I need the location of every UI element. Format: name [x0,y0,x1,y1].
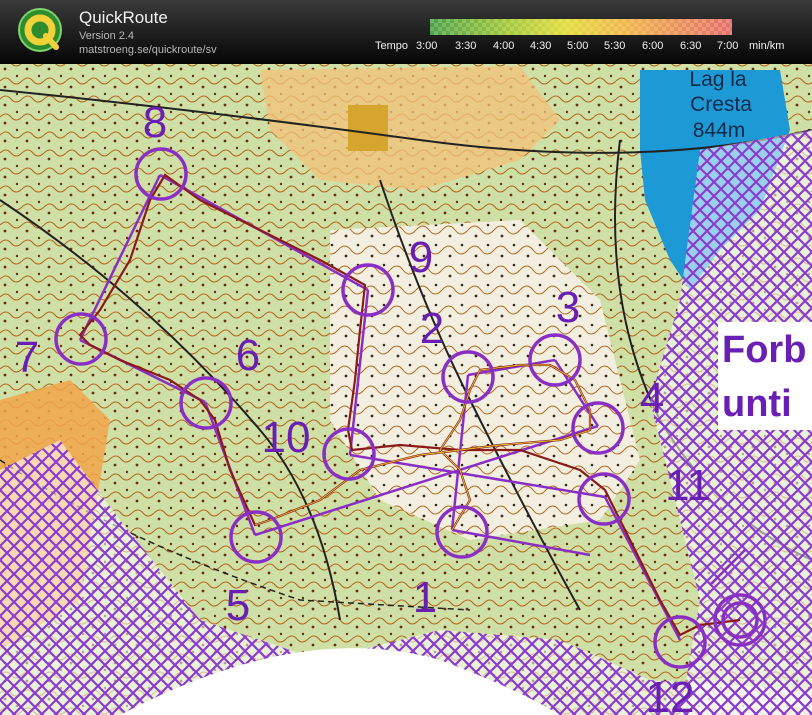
control-number: 4 [640,374,664,423]
map-canvas[interactable]: Lag la Cresta 844m Forb unti 1 2 3 4 5 6… [0,64,812,715]
tempo-tick: 6:00 [642,40,664,52]
control-number: 2 [420,304,444,353]
control-number: 6 [236,331,260,380]
control-number: 12 [646,673,695,715]
tempo-tick: 5:00 [567,40,589,52]
lake-altitude: 844m [693,119,746,142]
open-land-area [348,105,388,151]
control-number: 1 [413,573,437,622]
lake-name-2: Cresta [690,93,752,116]
control-number: 5 [226,581,250,630]
app-header: QuickRoute Version 2.4 matstroeng.se/qui… [0,0,812,64]
tempo-tick: 5:30 [604,40,626,52]
app-version: Version 2.4 [79,30,135,42]
lake-name: Lag la [689,68,747,91]
forbidden-text-line-2: unti [722,383,792,425]
forbidden-text-line-1: Forb [722,329,806,371]
tempo-color-scale [430,19,732,35]
app-url: matstroeng.se/quickroute/sv [79,44,217,56]
orienteering-map[interactable]: Lag la Cresta 844m Forb unti 1 2 3 4 5 6… [0,64,812,715]
tempo-label: Tempo [375,40,409,52]
app-name: QuickRoute [79,8,168,27]
tempo-tick: 4:30 [530,40,552,52]
control-number: 10 [262,413,311,462]
tempo-tick: 6:30 [680,40,702,52]
control-number: 7 [15,333,39,382]
tempo-tick: 3:00 [416,40,438,52]
quickroute-logo [18,8,62,52]
tempo-tick: 7:00 [717,40,739,52]
tempo-unit: min/km [749,40,785,52]
control-number: 11 [665,461,711,510]
control-number: 8 [143,98,167,147]
control-number: 3 [556,283,580,332]
tempo-tick: 3:30 [455,40,477,52]
control-number: 9 [409,233,433,282]
tempo-tick: 4:00 [493,40,515,52]
